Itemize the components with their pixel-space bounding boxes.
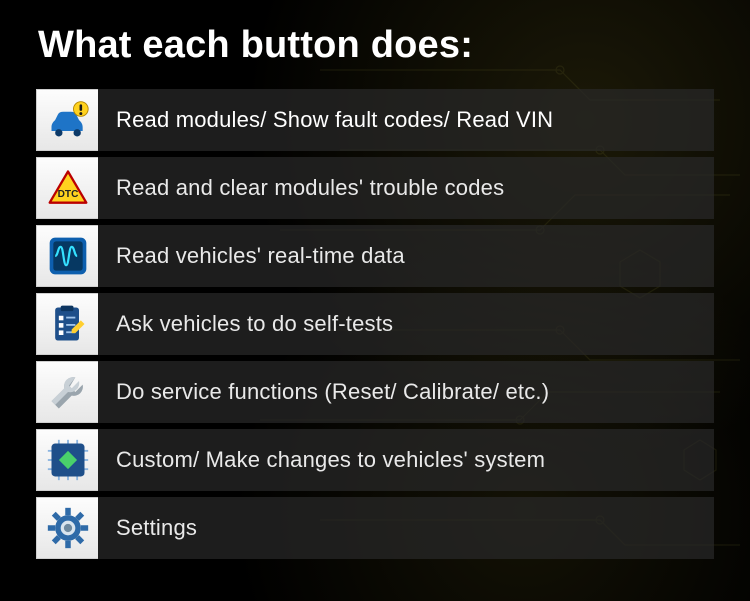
- legend-label: Ask vehicles to do self-tests: [98, 293, 714, 355]
- gear-icon[interactable]: [36, 497, 98, 559]
- car-info-icon[interactable]: [36, 89, 98, 151]
- legend-label: Custom/ Make changes to vehicles' system: [98, 429, 714, 491]
- checklist-icon[interactable]: [36, 293, 98, 355]
- legend-row-selftest: Ask vehicles to do self-tests: [36, 293, 714, 355]
- legend-row-realtime: Read vehicles' real-time data: [36, 225, 714, 287]
- legend-label: Settings: [98, 497, 714, 559]
- legend-label: Read vehicles' real-time data: [98, 225, 714, 287]
- svg-text:DTC: DTC: [57, 189, 78, 200]
- wrench-icon[interactable]: [36, 361, 98, 423]
- chip-icon[interactable]: [36, 429, 98, 491]
- legend-label: Read and clear modules' trouble codes: [98, 157, 714, 219]
- button-legend-list: Read modules/ Show fault codes/ Read VIN…: [36, 89, 714, 559]
- legend-row-service: Do service functions (Reset/ Calibrate/ …: [36, 361, 714, 423]
- waveform-icon[interactable]: [36, 225, 98, 287]
- legend-label: Do service functions (Reset/ Calibrate/ …: [98, 361, 714, 423]
- legend-row-dtc: DTC Read and clear modules' trouble code…: [36, 157, 714, 219]
- dtc-warning-icon[interactable]: DTC: [36, 157, 98, 219]
- legend-row-settings: Settings: [36, 497, 714, 559]
- page-title: What each button does:: [38, 24, 714, 67]
- legend-row-custom: Custom/ Make changes to vehicles' system: [36, 429, 714, 491]
- legend-row-read-modules: Read modules/ Show fault codes/ Read VIN: [36, 89, 714, 151]
- legend-label: Read modules/ Show fault codes/ Read VIN: [98, 89, 714, 151]
